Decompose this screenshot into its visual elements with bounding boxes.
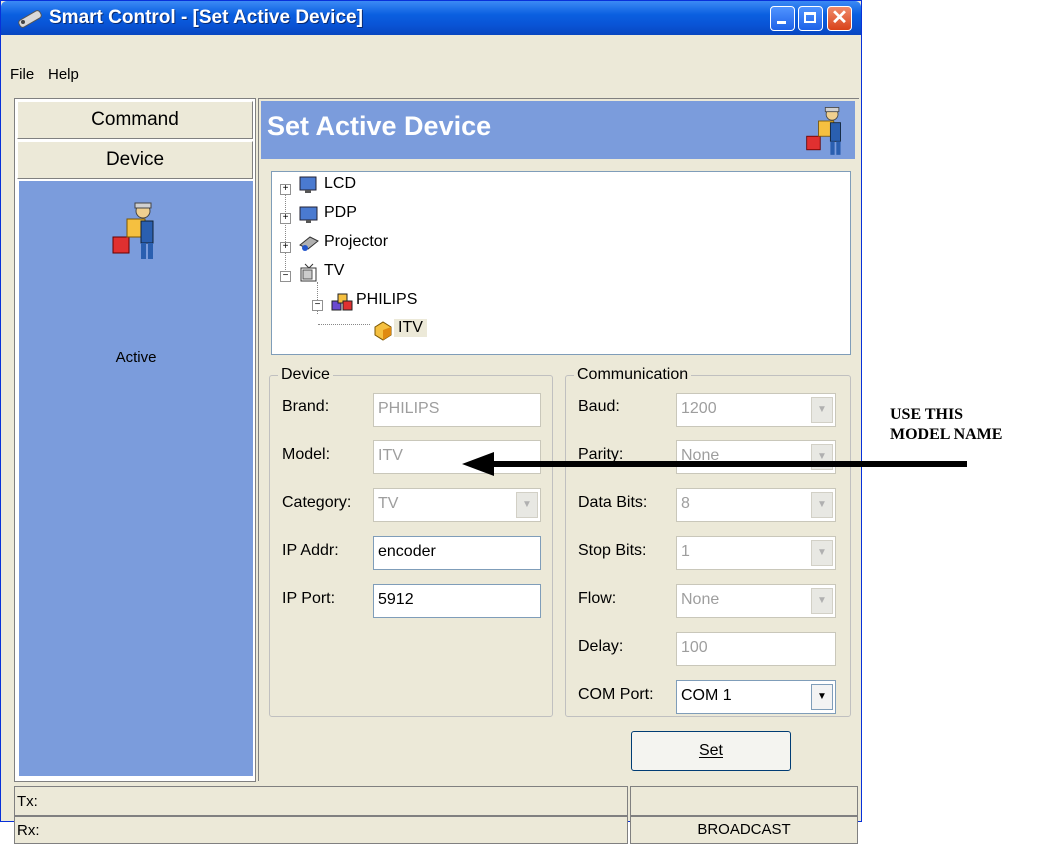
chevron-down-icon[interactable]: ▼ bbox=[811, 684, 833, 710]
category-value: TV bbox=[378, 495, 399, 512]
tx-status-right bbox=[630, 786, 858, 816]
brand-icon bbox=[330, 291, 354, 318]
annotation-arrow bbox=[462, 452, 972, 481]
stop-bits-select[interactable]: 1 ▼ bbox=[676, 536, 836, 570]
monitor-icon bbox=[298, 204, 320, 229]
tx-label: Tx: bbox=[17, 793, 38, 810]
tree-item-philips[interactable]: PHILIPS bbox=[356, 291, 417, 309]
chevron-down-icon[interactable]: ▼ bbox=[811, 588, 833, 614]
rx-label: Rx: bbox=[17, 822, 40, 839]
flow-value: None bbox=[681, 591, 720, 608]
chevron-down-icon[interactable]: ▼ bbox=[811, 397, 833, 423]
tree-item-projector[interactable]: Projector bbox=[324, 233, 388, 251]
collapse-philips-icon[interactable]: − bbox=[312, 300, 323, 311]
delay-label: Delay: bbox=[578, 638, 624, 655]
ip-addr-label: IP Addr: bbox=[282, 542, 339, 559]
monitor-icon bbox=[298, 175, 320, 200]
page-title: Set Active Device bbox=[267, 111, 492, 141]
tx-status: Tx: bbox=[14, 786, 628, 816]
annotation-text: USE THIS MODEL NAME bbox=[890, 405, 1002, 445]
com-port-select[interactable]: COM 1 ▼ bbox=[676, 680, 836, 714]
chevron-down-icon[interactable]: ▼ bbox=[516, 492, 538, 518]
brand-label: Brand: bbox=[282, 398, 330, 415]
tab-command[interactable]: Command bbox=[17, 101, 253, 139]
device-group: Device Brand: PHILIPS Model: ITV Categor… bbox=[269, 366, 553, 717]
minimize-button[interactable] bbox=[770, 6, 795, 31]
com-port-label: COM Port: bbox=[578, 686, 654, 703]
remote-control-icon bbox=[15, 7, 43, 34]
worker-icon bbox=[805, 105, 849, 164]
device-panel: Active bbox=[19, 181, 253, 776]
baud-select[interactable]: 1200 ▼ bbox=[676, 393, 836, 427]
device-tree[interactable]: + LCD + PDP + Projector − TV − PHILIPS I… bbox=[271, 171, 851, 355]
set-button[interactable]: Set bbox=[631, 731, 791, 771]
data-bits-label: Data Bits: bbox=[578, 494, 648, 511]
category-select[interactable]: TV ▼ bbox=[373, 488, 541, 522]
ip-port-field[interactable]: 5912 bbox=[373, 584, 541, 618]
expand-lcd-icon[interactable]: + bbox=[280, 184, 291, 195]
communication-group: Communication Baud: 1200 ▼ Parity: None … bbox=[565, 366, 851, 717]
projector-icon bbox=[298, 233, 320, 258]
delay-field[interactable]: 100 bbox=[676, 632, 836, 666]
model-label: Model: bbox=[282, 446, 331, 463]
set-button-label: Set bbox=[698, 742, 723, 759]
flow-label: Flow: bbox=[578, 590, 617, 607]
menu-help[interactable]: Help bbox=[48, 66, 79, 83]
close-button[interactable]: ✕ bbox=[827, 6, 852, 31]
mode-status: BROADCAST bbox=[630, 816, 858, 844]
category-label: Category: bbox=[282, 494, 352, 511]
tree-item-tv[interactable]: TV bbox=[324, 262, 344, 280]
page-header: Set Active Device bbox=[261, 101, 855, 159]
tree-item-itv[interactable]: ITV bbox=[394, 319, 427, 337]
data-bits-value: 8 bbox=[681, 495, 690, 512]
stop-bits-label: Stop Bits: bbox=[578, 542, 647, 559]
main-panel: Set Active Device + LCD + PDP + Projecto… bbox=[258, 98, 859, 781]
sidebar: Command Device Active bbox=[14, 98, 256, 782]
maximize-button[interactable] bbox=[798, 6, 823, 31]
device-group-title: Device bbox=[278, 366, 333, 384]
baud-label: Baud: bbox=[578, 398, 620, 415]
communication-group-title: Communication bbox=[574, 366, 692, 384]
tv-icon bbox=[298, 262, 320, 289]
brand-field[interactable]: PHILIPS bbox=[373, 393, 541, 427]
stop-bits-value: 1 bbox=[681, 543, 690, 560]
expand-pdp-icon[interactable]: + bbox=[280, 213, 291, 224]
active-label[interactable]: Active bbox=[19, 349, 253, 366]
rx-status: Rx: bbox=[14, 816, 628, 844]
tree-item-lcd[interactable]: LCD bbox=[324, 175, 356, 193]
active-device-icon[interactable] bbox=[111, 201, 163, 268]
window-title: Smart Control - [Set Active Device] bbox=[49, 7, 363, 28]
baud-value: 1200 bbox=[681, 400, 717, 417]
chevron-down-icon[interactable]: ▼ bbox=[811, 492, 833, 518]
menu-file[interactable]: File bbox=[10, 66, 34, 83]
ip-addr-field[interactable]: encoder bbox=[373, 536, 541, 570]
annotation-line-2: MODEL NAME bbox=[890, 426, 1003, 443]
title-bar[interactable]: Smart Control - [Set Active Device] ✕ bbox=[1, 1, 861, 35]
model-icon bbox=[372, 319, 394, 346]
chevron-down-icon[interactable]: ▼ bbox=[811, 540, 833, 566]
annotation-line-1: USE THIS bbox=[890, 406, 964, 423]
ip-port-label: IP Port: bbox=[282, 590, 336, 607]
data-bits-select[interactable]: 8 ▼ bbox=[676, 488, 836, 522]
tree-item-pdp[interactable]: PDP bbox=[324, 204, 357, 222]
expand-projector-icon[interactable]: + bbox=[280, 242, 291, 253]
com-port-value: COM 1 bbox=[681, 687, 732, 704]
flow-select[interactable]: None ▼ bbox=[676, 584, 836, 618]
collapse-tv-icon[interactable]: − bbox=[280, 271, 291, 282]
tab-device[interactable]: Device bbox=[17, 141, 253, 179]
close-icon: ✕ bbox=[831, 7, 848, 29]
